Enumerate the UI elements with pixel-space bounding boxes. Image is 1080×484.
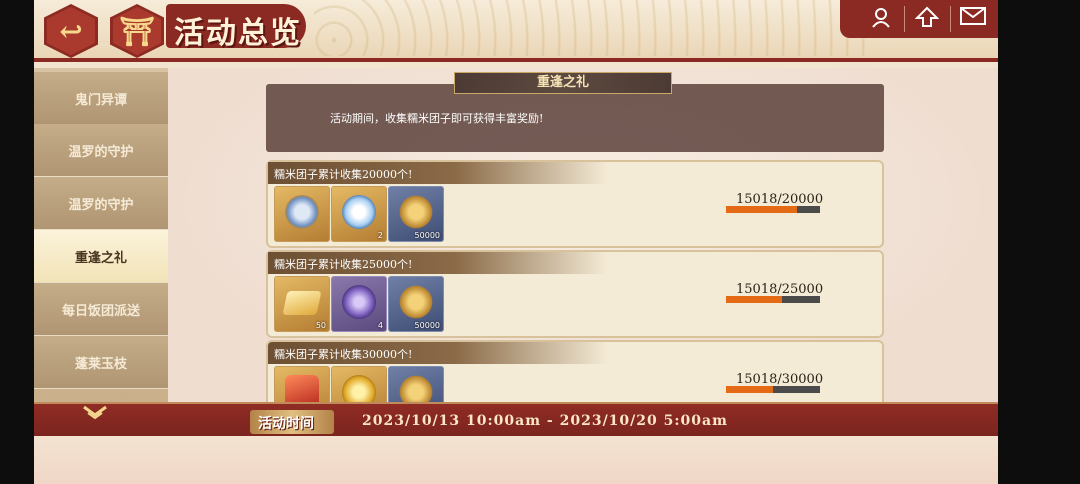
reward-card: 糯米团子累计收集30000个! 15018/30000 <box>266 340 884 402</box>
mail-icon[interactable] <box>958 6 988 32</box>
sidebar-item-wenluo-1[interactable]: 温罗的守护 <box>34 124 168 177</box>
time-label: 活动时间 <box>258 416 314 432</box>
progress-text: 15018/20000 <box>736 192 824 207</box>
header-pattern <box>314 0 874 56</box>
page-title: 活动总览 <box>174 16 302 51</box>
item-count: 2 <box>377 231 383 240</box>
toolbar-divider <box>904 6 905 32</box>
item-count: 50000 <box>414 231 440 240</box>
progress-bar <box>726 206 820 213</box>
mirror-item[interactable] <box>274 186 330 242</box>
orb-icon <box>342 285 376 319</box>
progress-text: 15018/30000 <box>736 372 824 387</box>
toolbar-divider <box>950 6 951 32</box>
sidebar-item-label: 鬼门异谭 <box>74 92 127 108</box>
sidebar-item-label: 蓬莱玉枝 <box>74 356 127 372</box>
header-bar: ↩ ⛩ 活动总览 <box>34 0 998 62</box>
red-gem-item[interactable] <box>274 366 330 402</box>
event-subtitle: 重逢之礼 <box>454 72 672 94</box>
coins-icon <box>399 285 433 319</box>
progress-fill <box>726 296 783 303</box>
back-button[interactable]: ↩ <box>44 4 98 58</box>
game-window: ↩ ⛩ 活动总览 鬼门异谭 温罗的守护 温罗的守护 重逢之礼 每日饭团派送 蓬莱… <box>34 0 998 484</box>
gold-coin-item[interactable] <box>331 366 387 402</box>
lower-decoration <box>34 436 998 484</box>
event-sidebar: 鬼门异谭 温罗的守护 温罗的守护 重逢之礼 每日饭团派送 蓬莱玉枝 <box>34 68 168 402</box>
sidebar-item-label: 重逢之礼 <box>74 250 127 266</box>
back-icon: ↩ <box>59 14 83 48</box>
sidebar-item-wenluo-2[interactable]: 温罗的守护 <box>34 177 168 230</box>
coins-icon <box>399 375 433 402</box>
coins-item[interactable] <box>388 366 444 402</box>
coins-item[interactable]: 50000 <box>388 276 444 332</box>
gold-bar-item[interactable]: 50 <box>274 276 330 332</box>
event-description: 活动期间，收集糯米团子即可获得丰富奖励! <box>330 112 544 125</box>
up-icon[interactable] <box>912 6 942 32</box>
coins-icon <box>399 195 433 229</box>
gold-coin-icon <box>342 375 376 402</box>
reward-title: 糯米团子累计收集25000个! <box>274 258 413 271</box>
progress-fill <box>726 206 797 213</box>
reward-card: 糯米团子累计收集25000个! 50 4 50000 15018/25000 <box>266 250 884 338</box>
event-time-bar: 活动时间 2023/10/13 10:00am - 2023/10/20 5:0… <box>34 402 998 438</box>
coins-item[interactable]: 50000 <box>388 186 444 242</box>
sidebar-item-daily-riceball[interactable]: 每日饭团派送 <box>34 283 168 336</box>
sidebar-item-guimen[interactable]: 鬼门异谭 <box>34 72 168 125</box>
home-icon: ⛩ <box>119 14 155 48</box>
reward-title: 糯米团子累计收集20000个! <box>274 168 413 181</box>
screen-letterbox-left <box>0 0 34 484</box>
sidebar-item-reunion-gift[interactable]: 重逢之礼 <box>34 230 168 283</box>
sidebar-item-label: 温罗的守护 <box>68 144 134 160</box>
reward-title: 糯米团子累计收集30000个! <box>274 348 413 361</box>
mirror-icon <box>285 195 319 229</box>
top-right-toolbar <box>840 0 998 38</box>
character-icon[interactable] <box>866 6 896 32</box>
orb-item[interactable]: 4 <box>331 276 387 332</box>
crystal-icon <box>342 195 376 229</box>
reward-card: 糯米团子累计收集20000个! 2 50000 15018/20000 <box>266 160 884 248</box>
progress-text: 15018/25000 <box>736 282 824 297</box>
sidebar-item-label: 温罗的守护 <box>68 197 134 213</box>
red-gem-icon <box>285 375 319 402</box>
item-count: 50000 <box>414 321 440 330</box>
item-count: 4 <box>377 321 383 330</box>
sidebar-item-label: 每日饭团派送 <box>61 303 140 319</box>
scroll-down-icon[interactable] <box>82 405 108 425</box>
home-button[interactable]: ⛩ <box>110 4 164 58</box>
gold-bar-icon <box>282 291 322 315</box>
sidebar-item-penglai[interactable]: 蓬莱玉枝 <box>34 336 168 389</box>
item-count: 50 <box>315 321 326 330</box>
progress-bar <box>726 296 820 303</box>
event-time-range: 2023/10/13 10:00am - 2023/10/20 5:00am <box>362 413 728 429</box>
crystal-item[interactable]: 2 <box>331 186 387 242</box>
progress-fill <box>726 386 774 393</box>
progress-bar <box>726 386 820 393</box>
screen-letterbox-right <box>998 0 1080 484</box>
